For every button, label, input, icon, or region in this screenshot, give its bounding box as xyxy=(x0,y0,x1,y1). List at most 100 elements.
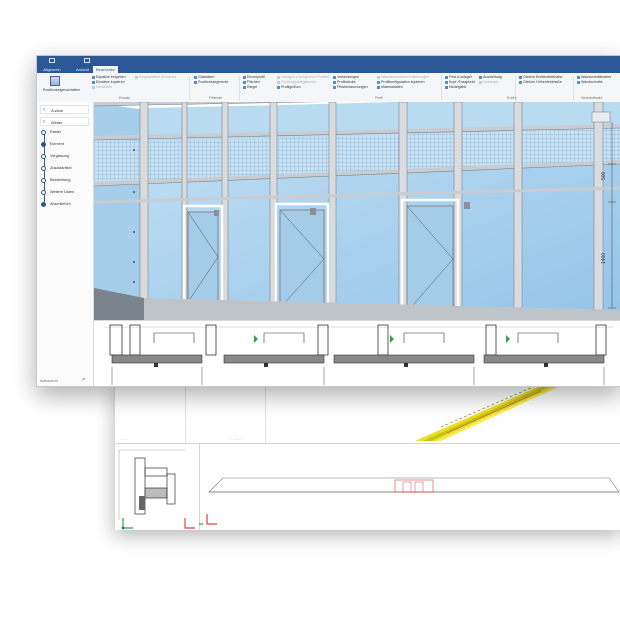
ribbon-item[interactable]: Wandschnittkosten xyxy=(577,75,611,79)
ribbon-item[interactable]: Materialdaten xyxy=(377,85,403,89)
step-bearbeitung[interactable]: Bearbeitung xyxy=(40,176,70,184)
profile-section-view xyxy=(115,444,200,530)
step-circle-icon xyxy=(41,141,46,147)
step-zusatzartikel[interactable]: Zusatzartikel xyxy=(40,164,72,172)
position-properties-button[interactable]: Positionseigenschaften xyxy=(43,76,80,96)
pin-icon[interactable]: ↗ xyxy=(81,377,85,383)
wizard-sidebar: ‹ Zurück › Weiter Raster Element Verglas… xyxy=(37,102,94,386)
ribbon-item[interactable]: Gehrungsausgleichen xyxy=(277,80,316,84)
ribbon-item[interactable]: Neuingabe xyxy=(445,85,466,89)
ribbon-icon xyxy=(333,80,336,84)
main-app-window: Allgemein Ansicht Bearbeiten Positionsei… xyxy=(36,55,620,387)
svg-text:· ·: · · xyxy=(203,471,206,475)
ribbon-item[interactable]: Einsätze kopieren xyxy=(92,80,125,84)
ribbon-group-label: Einsatz xyxy=(119,96,131,100)
step-element[interactable]: Element xyxy=(40,140,64,148)
back-window: · · · · · · · · · · · · xyxy=(114,382,620,530)
sidebar-footer-label: Aufbausicht xyxy=(40,379,58,383)
ribbon-icon xyxy=(445,85,448,89)
tab-bearbeiten[interactable]: Bearbeiten xyxy=(93,66,119,73)
ribbon: Positionseigenschaften Equalize eingeben… xyxy=(37,73,620,103)
ribbon-item[interactable]: Vorlagen (Gelegenheit Profile) xyxy=(277,75,329,79)
back-window-top-panels: · · · · · · · · xyxy=(115,383,620,443)
ribbon-item[interactable]: Wandschnitte xyxy=(577,80,603,84)
step-raster[interactable]: Raster xyxy=(40,128,61,136)
ribbon-item[interactable]: Verbinder xyxy=(479,80,498,84)
step-circle-icon xyxy=(41,189,46,195)
dimension-lower: 1400 xyxy=(601,253,607,264)
ribbon-item[interactable]: Aussteifung xyxy=(479,75,502,79)
ribbon-icon xyxy=(194,80,197,84)
ribbon-item[interactable]: Kopf-/Fusspunkt xyxy=(445,80,475,84)
grid-window-icon xyxy=(50,76,60,86)
ribbon-icon xyxy=(92,85,95,89)
panel-divider xyxy=(265,383,266,443)
ribbon-item[interactable]: Einzelprofil xyxy=(243,75,265,79)
ribbon-icon xyxy=(577,80,580,84)
ribbon-item[interactable]: Profilkonfiguration kopieren xyxy=(377,80,425,84)
undo-icon[interactable] xyxy=(49,58,55,63)
ribbon-item[interactable]: Ringelplatten (Konsole) xyxy=(135,75,176,79)
ribbon-group-label: Werkstoffwahl xyxy=(581,96,603,100)
ribbon-item[interactable]: Positionssegmente xyxy=(194,80,228,84)
ribbon-icon xyxy=(519,75,522,79)
ribbon-icon xyxy=(519,80,522,84)
back-window-views: · · · · xyxy=(115,443,620,530)
back-button[interactable]: ‹ Zurück xyxy=(40,105,89,114)
ribbon-group-label: Füllende xyxy=(209,96,223,100)
ribbon-icon xyxy=(194,75,197,79)
ribbon-icon xyxy=(135,75,138,79)
svg-text:· ·: · · xyxy=(601,471,604,475)
ribbon-icon xyxy=(277,80,280,84)
ribbon-item[interactable]: Versetzen xyxy=(92,85,112,89)
ribbon-group-label: Rollen xyxy=(507,96,517,100)
step-weitere-daten[interactable]: Weitere Daten xyxy=(40,188,74,196)
ribbon-icon xyxy=(445,80,448,84)
ribbon-item[interactable]: Gleiche Höhenfeldmaße xyxy=(519,80,562,84)
ribbon-item[interactable]: Glasdaten xyxy=(194,75,214,79)
panel-divider xyxy=(185,383,186,443)
dimension-upper: 500 xyxy=(601,171,607,180)
ribbon-icon xyxy=(243,80,246,84)
ribbon-item[interactable]: Profilgrößen xyxy=(277,85,301,89)
ribbon-item[interactable]: Flächen xyxy=(243,80,260,84)
ribbon-icon xyxy=(277,75,280,79)
step-verglasung[interactable]: Verglasung xyxy=(40,152,69,160)
ribbon-item[interactable]: Profilstücke xyxy=(333,80,356,84)
ribbon-icon xyxy=(377,80,380,84)
drawing-canvas[interactable]: 500 1400 xyxy=(94,102,620,386)
step-abschliessen[interactable]: Abschließen xyxy=(40,200,71,208)
save-icon[interactable] xyxy=(84,58,90,63)
forward-button[interactable]: › Weiter xyxy=(40,117,89,126)
ribbon-icon xyxy=(479,80,482,84)
tab-allgemein[interactable]: Allgemein xyxy=(40,66,64,73)
ribbon-icon xyxy=(333,75,336,79)
ribbon-icon xyxy=(377,75,380,79)
ribbon-item[interactable]: Gleiche Breitenfeldmaße xyxy=(519,75,563,79)
ribbon-tabs: Allgemein Ansicht Bearbeiten xyxy=(37,66,620,73)
ribbon-item[interactable]: Riegel xyxy=(243,85,257,89)
profile-3d-beam xyxy=(415,383,567,441)
ribbon-icon xyxy=(243,85,246,89)
ribbon-item[interactable]: Wandanschluss-Einstellungen xyxy=(377,75,429,79)
step-circle-icon xyxy=(41,201,46,207)
profile-length-view: · · · · xyxy=(199,471,620,525)
ribbon-icon xyxy=(479,75,482,79)
step-circle-icon xyxy=(41,177,46,183)
ribbon-icon xyxy=(92,80,95,84)
facade-3d-view[interactable]: 500 1400 xyxy=(94,102,620,320)
ribbon-item[interactable]: Fest-/Loslager xyxy=(445,75,472,79)
chevron-left-icon: ‹ xyxy=(43,107,45,113)
ribbon-icon xyxy=(277,85,280,89)
ribbon-item[interactable]: Pfostenlaschungen xyxy=(333,85,368,89)
ribbon-item[interactable]: Equalize eingeben xyxy=(92,75,126,79)
ribbon-icon xyxy=(445,75,448,79)
chevron-right-icon: › xyxy=(43,119,45,125)
step-circle-icon xyxy=(41,153,46,159)
tab-ansicht[interactable]: Ansicht xyxy=(73,66,92,73)
ribbon-group-label: Profil xyxy=(375,96,383,100)
horizontal-section-view[interactable] xyxy=(94,320,620,386)
ribbon-item[interactable]: Verbindungen xyxy=(333,75,359,79)
step-circle-icon xyxy=(41,165,46,171)
ribbon-icon xyxy=(577,75,580,79)
